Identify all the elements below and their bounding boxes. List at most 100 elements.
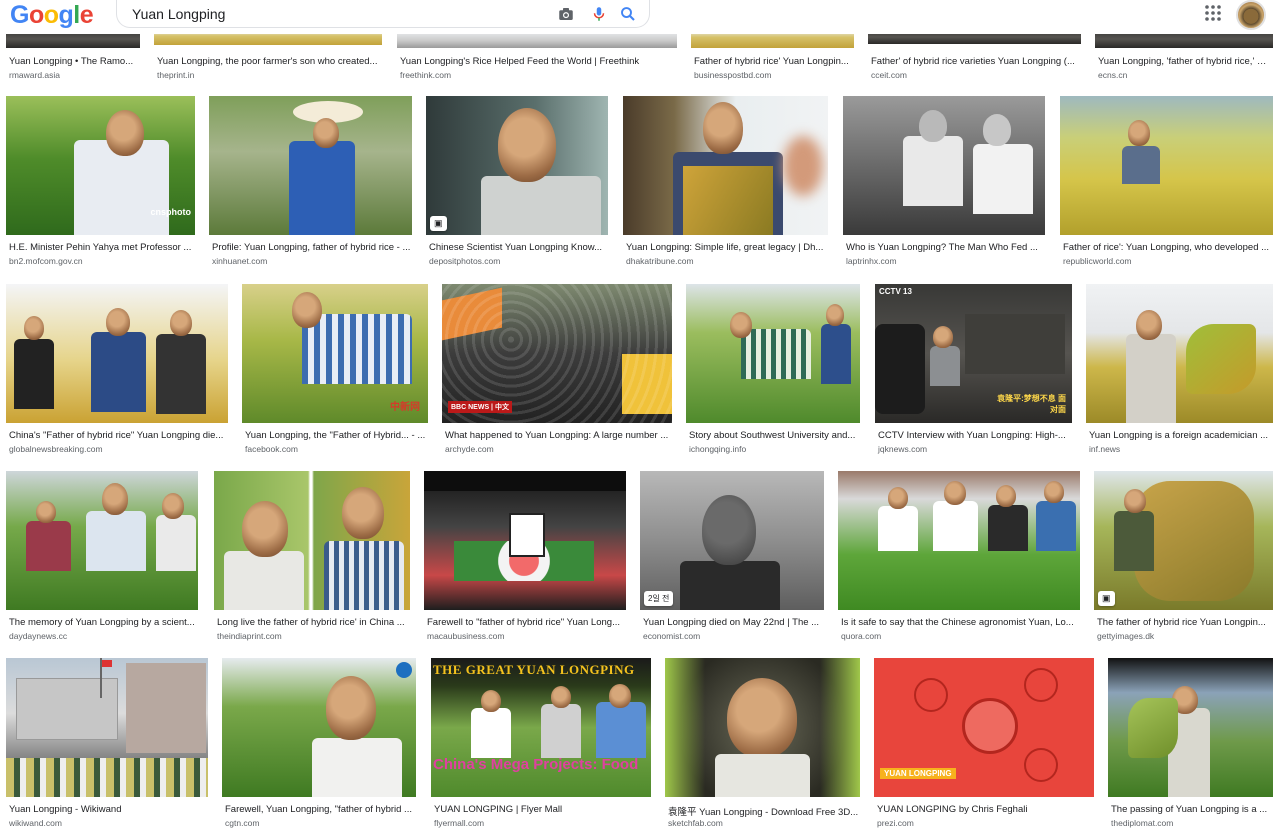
- result-title[interactable]: Yuan Longping, the "Father of Hybrid... …: [245, 430, 427, 441]
- result-tile[interactable]: The passing of Yuan Longping is a ... th…: [1108, 658, 1273, 828]
- result-image[interactable]: 中新网: [242, 284, 428, 423]
- result-image[interactable]: [1108, 658, 1273, 797]
- result-image[interactable]: [1060, 96, 1273, 235]
- result-image[interactable]: cnsphoto: [6, 96, 195, 235]
- result-title[interactable]: Yuan Longping is a foreign academician .…: [1089, 430, 1272, 441]
- google-logo[interactable]: Google: [10, 1, 94, 30]
- result-tile[interactable]: 袁隆平 Yuan Longping - Download Free 3D... …: [665, 658, 860, 828]
- result-tile[interactable]: Story about Southwest University and... …: [686, 284, 860, 459]
- result-image[interactable]: [665, 658, 860, 797]
- age-badge: 2일 전: [644, 591, 674, 606]
- result-title[interactable]: Yuan Longping - Wikiwand: [9, 804, 207, 815]
- result-tile[interactable]: Long live the father of hybrid rice' in …: [214, 471, 410, 646]
- result-title[interactable]: 袁隆平 Yuan Longping - Download Free 3D...: [668, 804, 859, 818]
- result-title[interactable]: H.E. Minister Pehin Yahya met Professor …: [9, 242, 195, 253]
- result-title[interactable]: Yuan Longping's Rice Helped Feed the Wor…: [400, 56, 676, 67]
- result-image[interactable]: [686, 284, 860, 423]
- result-image[interactable]: [6, 471, 198, 610]
- header-bar: Google: [0, 0, 1280, 34]
- result-title[interactable]: The father of hybrid rice Yuan Longpin..…: [1097, 617, 1272, 628]
- result-source: flyermall.com: [434, 818, 485, 828]
- result-title[interactable]: Farewell to "father of hybrid rice" Yuan…: [427, 617, 625, 628]
- result-tile[interactable]: 中新网 Yuan Longping, the "Father of Hybrid…: [242, 284, 428, 459]
- result-title[interactable]: Yuan Longping • The Ramo...: [9, 56, 137, 67]
- result-image[interactable]: [843, 96, 1045, 235]
- result-tile[interactable]: Yuan Longping - Wikiwand wikiwand.com: [6, 658, 208, 828]
- apps-grid-icon[interactable]: [1204, 4, 1222, 22]
- result-title[interactable]: Yuan Longping, 'father of hybrid rice,' …: [1098, 56, 1270, 67]
- result-title[interactable]: Yuan Longping: Simple life, great legacy…: [626, 242, 828, 253]
- result-title[interactable]: Long live the father of hybrid rice' in …: [217, 617, 409, 628]
- result-source: economist.com: [643, 631, 701, 641]
- result-title[interactable]: Who is Yuan Longping? The Man Who Fed ..…: [846, 242, 1044, 253]
- result-title[interactable]: Yuan Longping died on May 22nd | The ...: [643, 617, 823, 628]
- result-tile[interactable]: Is it safe to say that the Chinese agron…: [838, 471, 1080, 646]
- result-title[interactable]: Father' of hybrid rice varieties Yuan Lo…: [871, 56, 1081, 67]
- result-tile[interactable]: ▣ The father of hybrid rice Yuan Longpin…: [1094, 471, 1273, 646]
- result-title[interactable]: CCTV Interview with Yuan Longping: High-…: [878, 430, 1072, 441]
- result-title[interactable]: Is it safe to say that the Chinese agron…: [841, 617, 1079, 628]
- result-tile[interactable]: 2일 전 Yuan Longping died on May 22nd | Th…: [640, 471, 824, 646]
- result-source: quora.com: [841, 631, 882, 641]
- result-tile[interactable]: Yuan Longping: Simple life, great legacy…: [623, 96, 828, 271]
- result-source: xinhuanet.com: [212, 256, 268, 266]
- result-tile[interactable]: The memory of Yuan Longping by a scient.…: [6, 471, 198, 646]
- result-source: rmaward.asia: [9, 70, 61, 80]
- result-source: gettyimages.dk: [1097, 631, 1155, 641]
- result-title[interactable]: Father of rice': Yuan Longping, who deve…: [1063, 242, 1271, 253]
- result-image[interactable]: [623, 96, 828, 235]
- result-title[interactable]: The passing of Yuan Longping is a ...: [1111, 804, 1272, 815]
- result-source: prezi.com: [877, 818, 914, 828]
- result-title[interactable]: Yuan Longping, the poor farmer's son who…: [157, 56, 383, 67]
- result-title[interactable]: Chinese Scientist Yuan Longping Know...: [429, 242, 607, 253]
- result-title[interactable]: Story about Southwest University and...: [689, 430, 859, 441]
- result-title[interactable]: China's "Father of hybrid rice" Yuan Lon…: [9, 430, 227, 441]
- result-source: thediplomat.com: [1111, 818, 1174, 828]
- search-icon[interactable]: [619, 5, 637, 23]
- result-tile[interactable]: Father of rice': Yuan Longping, who deve…: [1060, 96, 1273, 271]
- result-image[interactable]: YUAN LONGPING: [874, 658, 1094, 797]
- result-tile[interactable]: ▣ Chinese Scientist Yuan Longping Know..…: [426, 96, 608, 271]
- microphone-icon[interactable]: [590, 5, 608, 23]
- result-image[interactable]: 2일 전: [640, 471, 824, 610]
- result-source: macaubusiness.com: [427, 631, 505, 641]
- result-title[interactable]: The memory of Yuan Longping by a scient.…: [9, 617, 197, 628]
- result-image[interactable]: BBC NEWS | 中文: [442, 284, 672, 423]
- result-image[interactable]: [1086, 284, 1273, 423]
- result-tile[interactable]: Farewell, Yuan Longping, "father of hybr…: [222, 658, 416, 828]
- camera-icon[interactable]: [557, 5, 575, 23]
- result-image[interactable]: [424, 471, 626, 610]
- result-title[interactable]: What happened to Yuan Longping: A large …: [445, 430, 671, 441]
- account-avatar[interactable]: [1236, 0, 1266, 30]
- result-image[interactable]: [6, 284, 228, 423]
- result-image[interactable]: THE GREAT YUAN LONGPING China's Mega Pro…: [431, 658, 651, 797]
- result-tile[interactable]: Who is Yuan Longping? The Man Who Fed ..…: [843, 96, 1045, 271]
- result-tile[interactable]: THE GREAT YUAN LONGPING China's Mega Pro…: [431, 658, 651, 828]
- result-image[interactable]: [214, 471, 410, 610]
- result-image[interactable]: [222, 658, 416, 797]
- result-tile[interactable]: Farewell to "father of hybrid rice" Yuan…: [424, 471, 626, 646]
- result-image[interactable]: ▣: [1094, 471, 1273, 610]
- result-image[interactable]: [209, 96, 412, 235]
- result-title[interactable]: Father of hybrid rice' Yuan Longpin...: [694, 56, 854, 67]
- result-image[interactable]: CCTV 13 袁隆平:梦想不息 面对面: [875, 284, 1072, 423]
- result-tile[interactable]: China's "Father of hybrid rice" Yuan Lon…: [6, 284, 228, 459]
- result-image[interactable]: [6, 658, 208, 797]
- result-source: daydaynews.cc: [9, 631, 68, 641]
- result-tile[interactable]: YUAN LONGPING YUAN LONGPING by Chris Feg…: [874, 658, 1094, 828]
- result-title[interactable]: Profile: Yuan Longping, father of hybrid…: [212, 242, 412, 253]
- result-title[interactable]: Farewell, Yuan Longping, "father of hybr…: [225, 804, 415, 815]
- result-image[interactable]: ▣: [426, 96, 608, 235]
- result-title[interactable]: YUAN LONGPING | Flyer Mall: [434, 804, 650, 815]
- result-tile[interactable]: Profile: Yuan Longping, father of hybrid…: [209, 96, 412, 271]
- result-tile[interactable]: cnsphoto H.E. Minister Pehin Yahya met P…: [6, 96, 195, 271]
- result-tile[interactable]: CCTV 13 袁隆平:梦想不息 面对面 CCTV Interview with…: [875, 284, 1072, 459]
- search-input[interactable]: [132, 6, 532, 22]
- result-tile[interactable]: Yuan Longping is a foreign academician .…: [1086, 284, 1273, 459]
- result-tile[interactable]: BBC NEWS | 中文 What happened to Yuan Long…: [442, 284, 672, 459]
- result-title[interactable]: YUAN LONGPING by Chris Feghali: [877, 804, 1093, 815]
- result-source: republicworld.com: [1063, 256, 1132, 266]
- logo-letter: o: [43, 1, 59, 29]
- result-source: bn2.mofcom.gov.cn: [9, 256, 83, 266]
- result-image[interactable]: [838, 471, 1080, 610]
